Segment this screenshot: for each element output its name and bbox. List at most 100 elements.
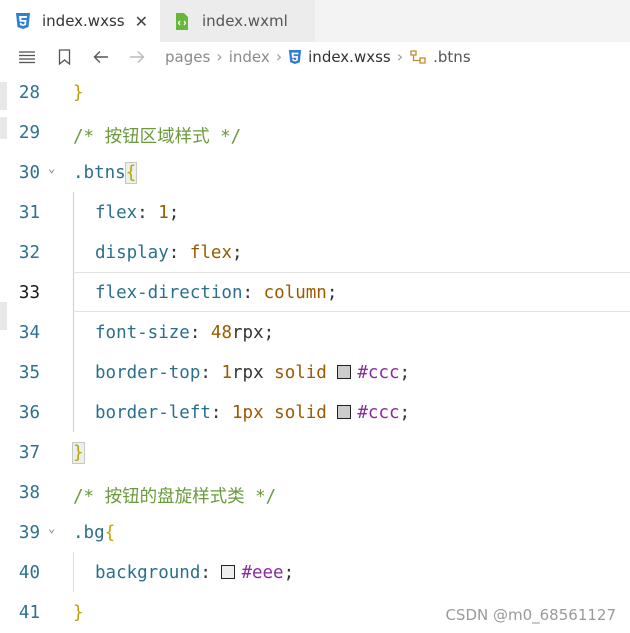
value: solid xyxy=(274,363,327,383)
number: 1px xyxy=(232,403,264,423)
code-line-34[interactable]: 34 font-size: 48rpx; xyxy=(0,312,630,352)
open-brace: { xyxy=(124,162,138,184)
semicolon: ; xyxy=(232,243,243,263)
selector: .btns xyxy=(73,163,126,183)
fold-chevron-icon[interactable]: ⌄ xyxy=(48,161,55,175)
code-line-32[interactable]: 32 display: flex; xyxy=(0,232,630,272)
code-line-31[interactable]: 31 flex: 1; xyxy=(0,192,630,232)
css3-icon xyxy=(14,12,32,30)
line-number: 41 xyxy=(18,603,40,623)
comment: /* 按钮的盘旋样式类 */ xyxy=(73,487,277,507)
fold-chevron-icon[interactable]: ⌄ xyxy=(48,521,55,535)
open-brace: { xyxy=(104,523,116,543)
hex-color: #eee xyxy=(241,563,284,583)
tab-index-wxss[interactable]: index.wxss ✕ xyxy=(0,0,160,42)
semicolon: ; xyxy=(283,563,295,583)
close-icon[interactable]: ✕ xyxy=(135,12,148,31)
property: flex xyxy=(95,203,138,223)
line-number: 36 xyxy=(18,403,40,423)
code-line-37[interactable]: 37 } xyxy=(0,432,630,472)
line-number: 31 xyxy=(18,203,40,223)
property: background xyxy=(95,563,201,583)
watermark: CSDN @m0_68561127 xyxy=(445,606,616,624)
hex-color: #ccc xyxy=(357,363,400,383)
line-number: 37 xyxy=(18,443,40,463)
comment: /* 按钮区域样式 */ xyxy=(73,127,242,147)
forward-arrow-icon[interactable] xyxy=(129,50,145,64)
colon: : xyxy=(200,563,211,583)
property: font-size xyxy=(95,323,190,343)
value: column xyxy=(263,283,327,303)
code-content: font-size: 48rpx; xyxy=(95,323,274,343)
unit: rpx xyxy=(232,363,264,383)
semicolon: ; xyxy=(326,283,338,303)
line-number: 34 xyxy=(18,323,40,343)
breadcrumb-item-symbol[interactable]: .btns xyxy=(433,48,471,66)
code-line-35[interactable]: 35 border-top: 1rpx solid #ccc; xyxy=(0,352,630,392)
code-content: border-left: 1px solid #ccc; xyxy=(95,403,410,423)
value: solid xyxy=(274,403,327,423)
colon: : xyxy=(200,363,211,383)
breadcrumb-item-file[interactable]: index.wxss xyxy=(308,48,391,66)
list-icon[interactable] xyxy=(18,50,36,64)
colon: : xyxy=(137,203,148,223)
line-number: 35 xyxy=(18,363,40,383)
number: 1 xyxy=(221,363,232,383)
code-line-38[interactable]: 38 /* 按钮的盘旋样式类 */ xyxy=(0,472,630,512)
line-number: 39 xyxy=(18,523,40,543)
line-number: 30 xyxy=(18,163,40,183)
closing-brace: } xyxy=(73,603,84,623)
colon: : xyxy=(242,283,254,303)
tab-label: index.wxss xyxy=(42,12,125,30)
code-line-30[interactable]: 30 ⌄ .btns{ xyxy=(0,152,630,192)
colon: : xyxy=(168,243,180,263)
closing-brace: } xyxy=(72,442,85,464)
tab-label: index.wxml xyxy=(202,12,288,30)
line-number: 40 xyxy=(18,563,40,583)
hex-color: #ccc xyxy=(357,403,400,423)
number: 48 xyxy=(210,323,232,343)
symbol-class-icon xyxy=(409,49,427,65)
color-swatch[interactable] xyxy=(221,565,236,579)
breadcrumb: pages › index › index.wxss › .btns xyxy=(0,42,630,71)
chevron-right-icon: › xyxy=(216,47,223,66)
line-number: 38 xyxy=(18,483,40,503)
color-swatch[interactable] xyxy=(337,405,352,419)
breadcrumb-item-pages[interactable]: pages xyxy=(165,48,210,66)
code-line-29[interactable]: 29 /* 按钮区域样式 */ xyxy=(0,112,630,152)
code-line-39[interactable]: 39 ⌄ .bg{ xyxy=(0,512,630,552)
property: display xyxy=(95,243,169,263)
code-content: border-top: 1rpx solid #ccc; xyxy=(95,363,410,383)
back-arrow-icon[interactable] xyxy=(93,50,109,64)
closing-brace: } xyxy=(73,83,84,103)
code-line-33[interactable]: 33 flex-direction: column; xyxy=(0,272,630,312)
css3-icon xyxy=(288,49,302,65)
bookmark-icon[interactable] xyxy=(58,48,71,65)
chevron-right-icon: › xyxy=(275,47,283,66)
semicolon: ; xyxy=(168,203,180,223)
editor-tab-bar: index.wxss ✕ index.wxml xyxy=(0,0,630,43)
tab-index-wxml[interactable]: index.wxml xyxy=(160,0,315,42)
semicolon: ; xyxy=(399,403,411,423)
colon: : xyxy=(189,323,201,343)
line-number: 29 xyxy=(18,123,40,143)
breadcrumb-item-index[interactable]: index xyxy=(229,48,270,66)
line-number: 33 xyxy=(18,283,40,303)
code-content: flex: 1; xyxy=(95,203,179,223)
property: border-left xyxy=(95,403,211,423)
chevron-right-icon: › xyxy=(396,47,404,66)
wxml-file-icon xyxy=(174,12,190,30)
selector: .bg xyxy=(73,523,105,543)
line-number: 28 xyxy=(18,83,40,103)
code-content: .bg{ xyxy=(73,523,115,543)
value: flex xyxy=(189,243,233,263)
code-content: background: #eee; xyxy=(95,563,294,583)
code-line-36[interactable]: 36 border-left: 1px solid #ccc; xyxy=(0,392,630,432)
code-line-40[interactable]: 40 background: #eee; xyxy=(0,552,630,592)
semicolon: ; xyxy=(263,323,275,343)
property: border-top xyxy=(95,363,201,383)
code-line-28[interactable]: 28 } xyxy=(0,72,630,112)
line-number: 32 xyxy=(18,243,40,263)
color-swatch[interactable] xyxy=(337,365,352,379)
code-content: display: flex; xyxy=(95,243,243,263)
